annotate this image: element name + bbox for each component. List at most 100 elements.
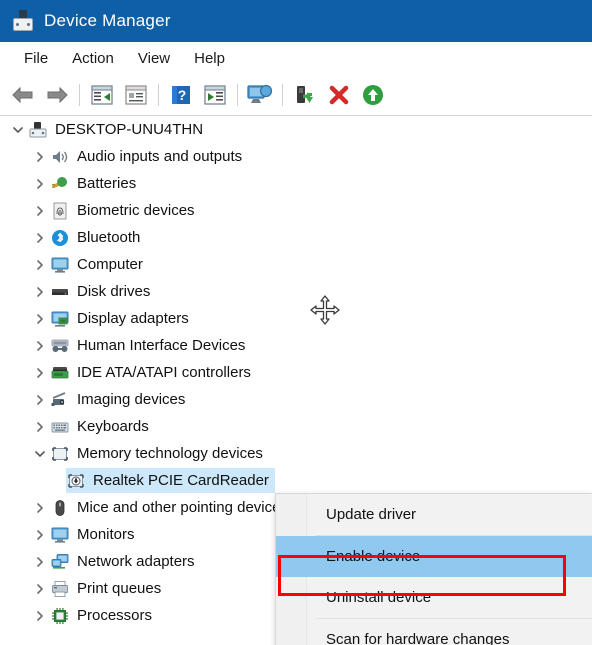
monitor-icon <box>50 255 70 275</box>
forward-button[interactable] <box>40 78 74 112</box>
processor-icon <box>50 606 70 626</box>
chevron-right-icon[interactable] <box>30 259 50 270</box>
tree-row-hid[interactable]: Human Interface Devices <box>0 332 592 359</box>
update-driver-button[interactable] <box>198 78 232 112</box>
toolbar: ? <box>0 74 592 116</box>
tree-row-disk-drives[interactable]: Disk drives <box>0 278 592 305</box>
tree-root-label: DESKTOP-UNU4THN <box>55 121 204 138</box>
chevron-right-icon[interactable] <box>30 178 50 189</box>
scan-hardware-changes-icon <box>247 84 273 103</box>
tree-row-realtek-pcie-cardreader[interactable]: Realtek PCIE CardReader <box>0 467 592 494</box>
menu-item-file[interactable]: File <box>12 47 60 70</box>
scan-hardware-changes-button[interactable] <box>243 78 277 112</box>
tree-item-label: Print queues <box>77 580 162 597</box>
camera-icon <box>50 390 70 410</box>
tree-item-label: Biometric devices <box>77 202 195 219</box>
toolbar-separator <box>158 83 159 106</box>
tree-item-label: Keyboards <box>77 418 149 435</box>
chevron-right-icon[interactable] <box>30 367 50 378</box>
context-menu[interactable]: Update driver Enable device Uninstall de… <box>275 493 592 645</box>
tree-row-bluetooth[interactable]: Bluetooth <box>0 224 592 251</box>
disable-device-button[interactable] <box>322 78 356 112</box>
chevron-right-icon[interactable] <box>30 340 50 351</box>
toolbar-separator <box>237 83 238 106</box>
context-menu-item-enable-device[interactable]: Enable device <box>276 536 592 577</box>
help-button[interactable]: ? <box>164 78 198 112</box>
device-tree-pane[interactable]: DESKTOP-UNU4THN Audio inputs and outputs <box>0 116 592 645</box>
device-manager-icon <box>12 10 34 32</box>
chevron-right-icon[interactable] <box>30 394 50 405</box>
svg-text:?: ? <box>178 87 187 103</box>
chevron-right-icon[interactable] <box>30 232 50 243</box>
help-icon: ? <box>172 85 190 104</box>
back-button[interactable] <box>6 78 40 112</box>
tree-row-keyboards[interactable]: Keyboards <box>0 413 592 440</box>
context-menu-item-scan-for-hardware-changes[interactable]: Scan for hardware changes <box>276 619 592 645</box>
card-reader-icon <box>66 471 86 491</box>
tree-row-imaging-devices[interactable]: Imaging devices <box>0 386 592 413</box>
computer-root-icon <box>28 120 48 140</box>
chevron-right-icon[interactable] <box>30 313 50 324</box>
enable-device-button[interactable] <box>356 78 390 112</box>
enable-device-icon <box>363 84 383 105</box>
mouse-icon <box>50 498 70 518</box>
chevron-down-icon[interactable] <box>30 449 50 459</box>
context-menu-item-uninstall-device[interactable]: Uninstall device <box>276 577 592 618</box>
disk-drive-icon <box>50 282 70 302</box>
chevron-right-icon[interactable] <box>30 151 50 162</box>
network-adapter-icon <box>50 552 70 572</box>
show-hide-console-tree-icon <box>91 84 113 105</box>
toolbar-separator <box>282 83 283 106</box>
hid-icon <box>50 336 70 356</box>
tree-row-biometric[interactable]: Biometric devices <box>0 197 592 224</box>
title-bar: Device Manager <box>0 0 592 42</box>
window-title: Device Manager <box>44 11 171 30</box>
monitor-icon <box>50 525 70 545</box>
tree-row-display-adapters[interactable]: Display adapters <box>0 305 592 332</box>
disable-device-icon <box>329 85 349 104</box>
tree-item-label: Processors <box>77 607 153 624</box>
tree-row-audio[interactable]: Audio inputs and outputs <box>0 143 592 170</box>
chevron-right-icon[interactable] <box>30 205 50 216</box>
scan-tree-icon <box>204 84 226 105</box>
tree-item-label: Disk drives <box>77 283 151 300</box>
chevron-right-icon[interactable] <box>30 610 50 621</box>
fingerprint-icon <box>50 201 70 221</box>
tree-row-batteries[interactable]: Batteries <box>0 170 592 197</box>
tree-row-memory-technology-devices[interactable]: Memory technology devices <box>0 440 592 467</box>
show-hide-console-tree-button[interactable] <box>85 78 119 112</box>
chevron-right-icon[interactable] <box>30 583 50 594</box>
chevron-right-icon[interactable] <box>30 556 50 567</box>
menu-item-help[interactable]: Help <box>182 47 237 70</box>
ide-controller-icon <box>50 363 70 383</box>
chevron-right-icon[interactable] <box>30 502 50 513</box>
tree-item-label: Mice and other pointing devices <box>77 499 288 516</box>
toolbar-separator <box>79 83 80 106</box>
tree-item-label: Human Interface Devices <box>77 337 246 354</box>
keyboard-icon <box>50 417 70 437</box>
tree-row-ide-controllers[interactable]: IDE ATA/ATAPI controllers <box>0 359 592 386</box>
speaker-icon <box>50 147 70 167</box>
tree-row-root[interactable]: DESKTOP-UNU4THN <box>0 116 592 143</box>
tree-item-label: Monitors <box>77 526 135 543</box>
tree-row-computer[interactable]: Computer <box>0 251 592 278</box>
menu-item-action[interactable]: Action <box>60 47 126 70</box>
tree-item-label: Bluetooth <box>77 229 141 246</box>
tree-item-label: Realtek PCIE CardReader <box>93 472 269 489</box>
menu-item-view[interactable]: View <box>126 47 182 70</box>
tree-item-label: Computer <box>77 256 143 273</box>
tree-item-label: Batteries <box>77 175 137 192</box>
context-menu-item-update-driver[interactable]: Update driver <box>276 494 592 535</box>
uninstall-device-button[interactable] <box>288 78 322 112</box>
chevron-right-icon[interactable] <box>30 421 50 432</box>
memory-technology-icon <box>50 444 70 464</box>
chevron-down-icon[interactable] <box>8 125 28 135</box>
menu-bar: File Action View Help <box>0 42 592 74</box>
chevron-right-icon[interactable] <box>30 286 50 297</box>
back-arrow-icon <box>12 86 33 103</box>
chevron-right-icon[interactable] <box>30 529 50 540</box>
properties-button[interactable] <box>119 78 153 112</box>
tree-item-label: Memory technology devices <box>77 445 263 462</box>
display-adapter-icon <box>50 309 70 329</box>
bluetooth-icon <box>50 228 70 248</box>
